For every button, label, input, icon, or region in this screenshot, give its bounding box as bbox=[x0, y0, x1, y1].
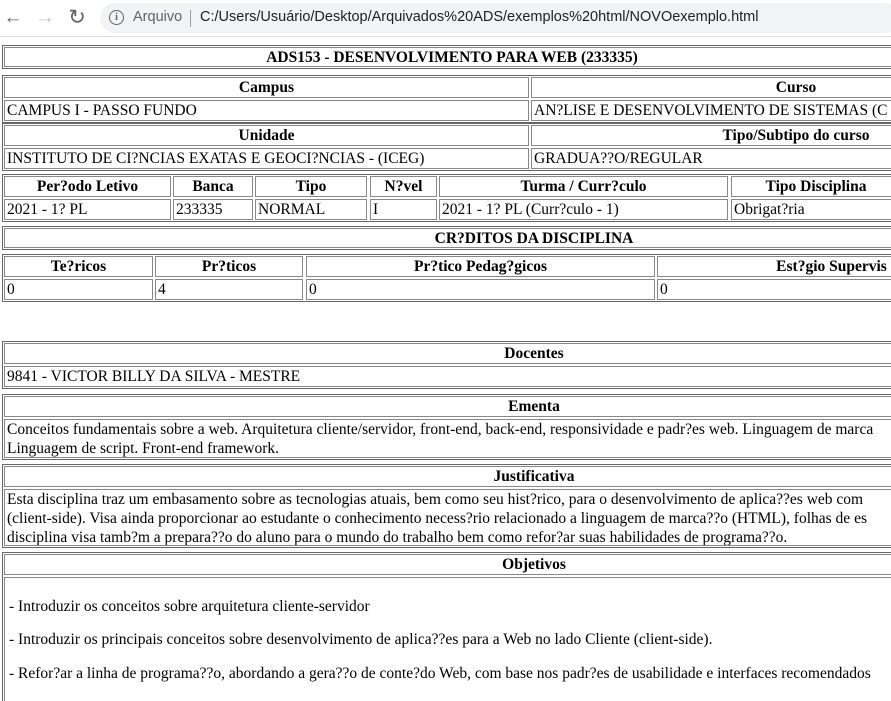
docentes-header: Docentes bbox=[4, 343, 891, 364]
objetivo-item: - Introduzir os conceitos sobre arquitet… bbox=[9, 598, 370, 615]
justificativa-header: Justificativa bbox=[4, 466, 891, 487]
praticos-header: Pr?ticos bbox=[155, 256, 303, 277]
ementa-line: Conceitos fundamentais sobre a web. Arqu… bbox=[7, 421, 874, 438]
teoricos-header: Te?ricos bbox=[4, 256, 153, 277]
justificativa-line: (client-side). Visa ainda proporcionar a… bbox=[7, 510, 867, 527]
justificativa-line: Esta disciplina traz um embasamento sobr… bbox=[7, 491, 864, 508]
periodo-table: Per?odo Letivo Banca Tipo N?vel Turma / … bbox=[2, 174, 891, 222]
objetivos-body: - Introduzir os conceitos sobre arquitet… bbox=[4, 577, 891, 701]
tipo-curso-value: GRADUA??O/REGULAR bbox=[531, 148, 891, 169]
info-icon[interactable]: i bbox=[109, 10, 124, 25]
objetivo-item: - Introduzir os principais conceitos sob… bbox=[9, 631, 713, 648]
creditos-title: CR?DITOS DA DISCIPLINA bbox=[4, 228, 891, 248]
ementa-header: Ementa bbox=[4, 396, 891, 417]
tipo-disciplina-value: Obrigat?ria bbox=[731, 199, 891, 220]
docentes-table: Docentes 9841 - VICTOR BILLY DA SILVA - … bbox=[2, 341, 891, 389]
turma-header: Turma / Curr?culo bbox=[439, 176, 728, 197]
forward-arrow-icon[interactable]: → bbox=[32, 6, 58, 30]
tipo-curso-header: Tipo/Subtipo do curso bbox=[531, 125, 891, 146]
praticos-value: 4 bbox=[155, 279, 303, 300]
creditos-table: Te?ricos Pr?ticos Pr?tico Pedag?gicos Es… bbox=[2, 254, 891, 302]
pratico-pedagogicos-header: Pr?tico Pedag?gicos bbox=[306, 256, 655, 277]
campus-value: CAMPUS I - PASSO FUNDO bbox=[4, 100, 529, 121]
title-table: ADS153 - DESENVOLVIMENTO PARA WEB (23333… bbox=[2, 45, 891, 69]
ementa-line: Linguagem de script. Front-end framework… bbox=[7, 440, 280, 457]
nivel-header: N?vel bbox=[370, 176, 437, 197]
address-bar[interactable]: i Arquivo C:/Users/Usuário/Desktop/Arqui… bbox=[100, 3, 891, 33]
url-text[interactable]: C:/Users/Usuário/Desktop/Arquivados%20AD… bbox=[200, 9, 758, 25]
estagio-header: Est?gio Supervis bbox=[657, 256, 891, 277]
tipo-disciplina-header: Tipo Disciplina bbox=[731, 176, 891, 197]
curso-value: AN?LISE E DESENVOLVIMENTO DE SISTEMAS (C bbox=[531, 100, 891, 121]
teoricos-value: 0 bbox=[4, 279, 153, 300]
objetivos-table: Objetivos - Introduzir os conceitos sobr… bbox=[2, 552, 891, 701]
ementa-table: Ementa Conceitos fundamentais sobre a we… bbox=[2, 394, 891, 460]
campus-header: Campus bbox=[4, 77, 529, 98]
justificativa-table: Justificativa Esta disciplina traz um em… bbox=[2, 464, 891, 548]
browser-toolbar: ← → ↻ i Arquivo C:/Users/Usuário/Desktop… bbox=[0, 0, 891, 36]
docentes-value: 9841 - VICTOR BILLY DA SILVA - MESTRE bbox=[4, 366, 891, 387]
page-title: ADS153 - DESENVOLVIMENTO PARA WEB (23333… bbox=[4, 47, 891, 67]
unidade-header: Unidade bbox=[4, 125, 529, 146]
justificativa-body: Esta disciplina traz um embasamento sobr… bbox=[4, 489, 891, 546]
campus-curso-table: Campus Curso CAMPUS I - PASSO FUNDO AN?L… bbox=[2, 75, 891, 123]
nivel-value: I bbox=[370, 199, 437, 220]
periodo-value: 2021 - 1? PL bbox=[4, 199, 171, 220]
page-content: ADS153 - DESENVOLVIMENTO PARA WEB (23333… bbox=[0, 37, 891, 701]
pratico-pedagogicos-value: 0 bbox=[306, 279, 655, 300]
curso-header: Curso bbox=[531, 77, 891, 98]
justificativa-line: disciplina visa tamb?m a prepara??o do a… bbox=[7, 529, 788, 546]
objetivo-item: - Refor?ar a linha de programa??o, abord… bbox=[9, 665, 871, 682]
objetivos-header: Objetivos bbox=[4, 554, 891, 575]
creditos-title-table: CR?DITOS DA DISCIPLINA bbox=[2, 226, 891, 250]
unidade-tipo-table: Unidade Tipo/Subtipo do curso INSTITUTO … bbox=[2, 123, 891, 171]
scheme-label: Arquivo bbox=[133, 9, 183, 25]
periodo-header: Per?odo Letivo bbox=[4, 176, 171, 197]
turma-value: 2021 - 1? PL (Curr?culo - 1) bbox=[439, 199, 728, 220]
ementa-body: Conceitos fundamentais sobre a web. Arqu… bbox=[4, 419, 891, 458]
address-separator bbox=[190, 10, 191, 27]
reload-icon[interactable]: ↻ bbox=[64, 6, 90, 30]
estagio-value: 0 bbox=[657, 279, 891, 300]
banca-header: Banca bbox=[173, 176, 253, 197]
back-arrow-icon[interactable]: ← bbox=[0, 6, 26, 30]
unidade-value: INSTITUTO DE CI?NCIAS EXATAS E GEOCI?NCI… bbox=[4, 148, 529, 169]
tipo-header: Tipo bbox=[255, 176, 367, 197]
tipo-value: NORMAL bbox=[255, 199, 367, 220]
banca-value: 233335 bbox=[173, 199, 253, 220]
